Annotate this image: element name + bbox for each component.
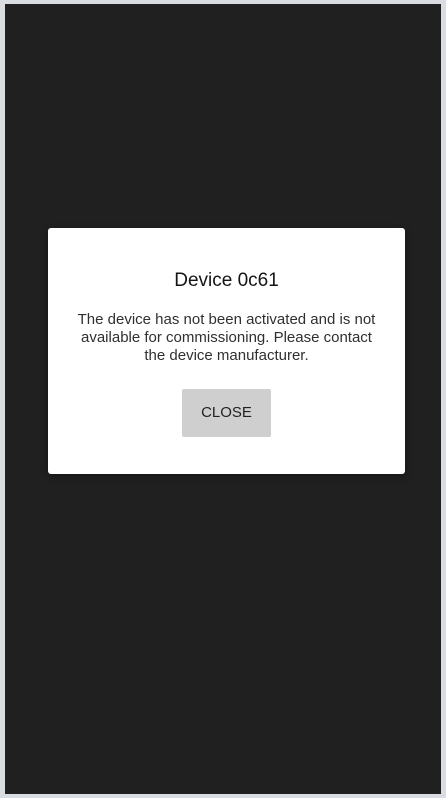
dialog-title: Device 0c61 [174,270,279,291]
close-button[interactable]: CLOSE [182,389,271,437]
dialog-message: The device has not been activated and is… [77,311,376,364]
device-activation-dialog: Device 0c61 The device has not been acti… [48,228,405,474]
app-screen: Device 0c61 The device has not been acti… [5,4,441,794]
